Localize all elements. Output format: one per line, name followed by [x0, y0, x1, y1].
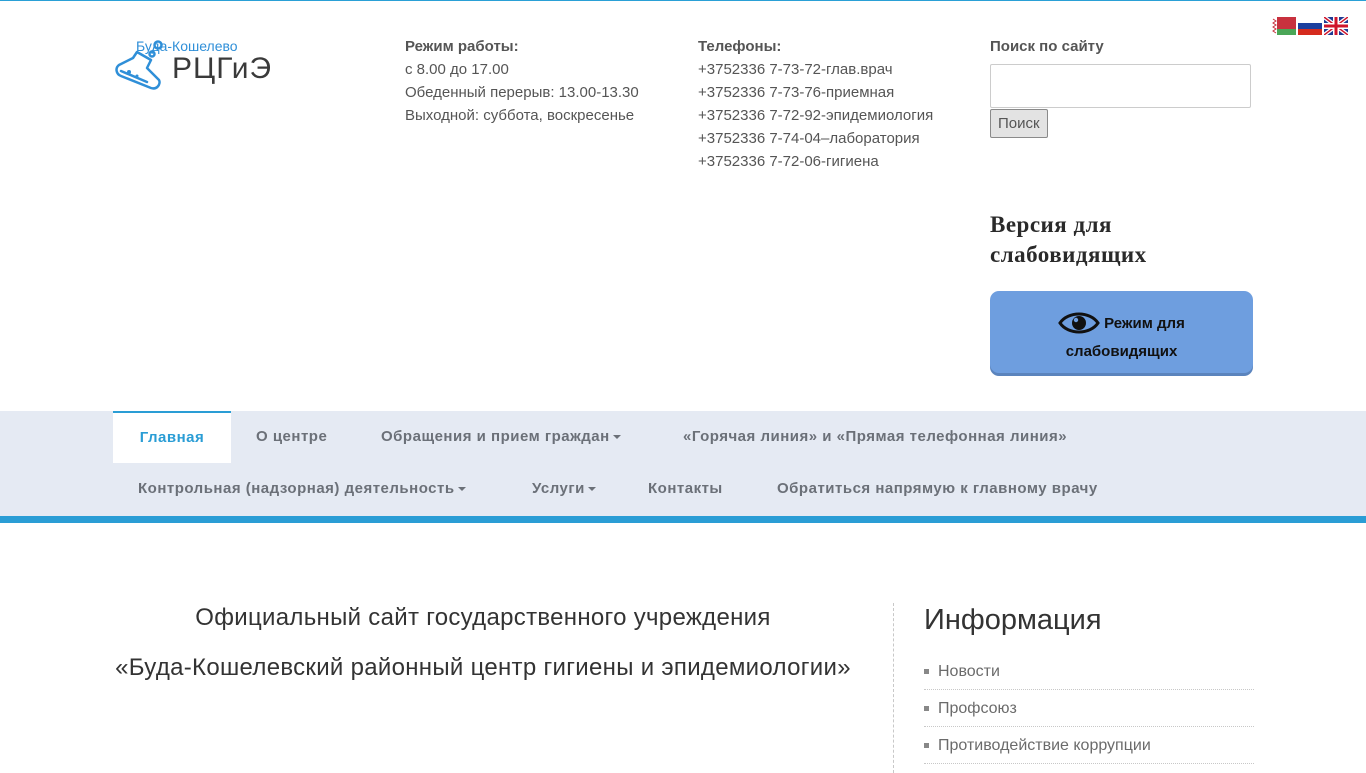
search-button[interactable]: Поиск — [990, 109, 1048, 138]
sidebar-title: Информация — [924, 604, 1102, 636]
belarus-flag-icon[interactable] — [1272, 17, 1296, 35]
eye-icon — [1058, 312, 1100, 334]
dropdown-caret-icon — [587, 487, 596, 492]
phone-line: +3752336 7-73-76-приемная — [698, 84, 895, 101]
vision-mode-button[interactable]: Режим для слабовидящих — [990, 291, 1253, 373]
vision-button-label-line2: слабовидящих — [1065, 343, 1178, 360]
sidebar-item-union[interactable]: Профсоюз — [924, 690, 1254, 727]
sidebar-list: Новости Профсоюз Противодействие коррупц… — [924, 653, 1254, 764]
language-switcher — [1272, 17, 1348, 35]
page-title-line1: Официальный сайт государственного учрежд… — [195, 604, 771, 631]
working-hours-line: с 8.00 до 17.00 — [405, 61, 509, 78]
dropdown-caret-icon — [457, 487, 466, 492]
nav-item-about[interactable]: О центре — [256, 411, 327, 463]
working-hours-line: Обеденный перерыв: 13.00-13.30 — [405, 84, 639, 101]
nav-item-appeals[interactable]: Обращения и прием граждан — [381, 411, 621, 463]
content-divider — [893, 603, 894, 773]
sidebar-item-anticorruption[interactable]: Противодействие коррупции — [924, 727, 1254, 764]
nav-bottom-bar — [0, 516, 1366, 523]
dropdown-caret-icon — [612, 435, 621, 440]
nav-item-services[interactable]: Услуги — [532, 463, 596, 515]
russia-flag-icon[interactable] — [1298, 17, 1322, 35]
vision-button-label-line1: Режим для — [1104, 314, 1185, 332]
nav-item-chief-doctor[interactable]: Обратиться напрямую к главному врачу — [777, 463, 1098, 515]
nav-item-hotline[interactable]: «Горячая линия» и «Прямая телефонная лин… — [683, 411, 1067, 463]
working-hours-block: Режим работы: с 8.00 до 17.00 Обеденный … — [405, 35, 639, 127]
nav-item-contacts[interactable]: Контакты — [648, 463, 723, 515]
phone-line: +3752336 7-72-06-гигиена — [698, 153, 879, 170]
search-title: Поиск по сайту — [990, 38, 1104, 55]
top-accent-line — [0, 0, 1366, 1]
working-hours-title: Режим работы: — [405, 38, 519, 55]
phones-block: Телефоны: +3752336 7-73-72-глав.врач +37… — [698, 35, 933, 173]
page-title-line2: «Буда-Кошелевский районный центр гигиены… — [115, 654, 851, 681]
phone-line: +3752336 7-73-72-глав.врач — [698, 61, 893, 78]
vision-version-title: Версия для слабовидящих — [990, 212, 1147, 267]
working-hours-line: Выходной: суббота, воскресенье — [405, 107, 635, 124]
nav-item-control-activity[interactable]: Контрольная (надзорная) деятельность — [138, 463, 466, 515]
search-input[interactable] — [990, 64, 1251, 108]
main-navigation: Главная О центре Обращения и прием гражд… — [0, 411, 1366, 517]
phone-line: +3752336 7-72-92-эпидемиология — [698, 107, 934, 124]
nav-item-home[interactable]: Главная — [113, 411, 231, 463]
site-search: Поиск по сайту Поиск — [990, 35, 1251, 138]
sidebar-item-news[interactable]: Новости — [924, 653, 1254, 690]
phones-title: Телефоны: — [698, 38, 782, 55]
phone-line: +3752336 7-74-04–лаборатория — [698, 130, 920, 147]
uk-flag-icon[interactable] — [1324, 17, 1348, 35]
logo-abbreviation: РЦГиЭ — [172, 52, 273, 85]
